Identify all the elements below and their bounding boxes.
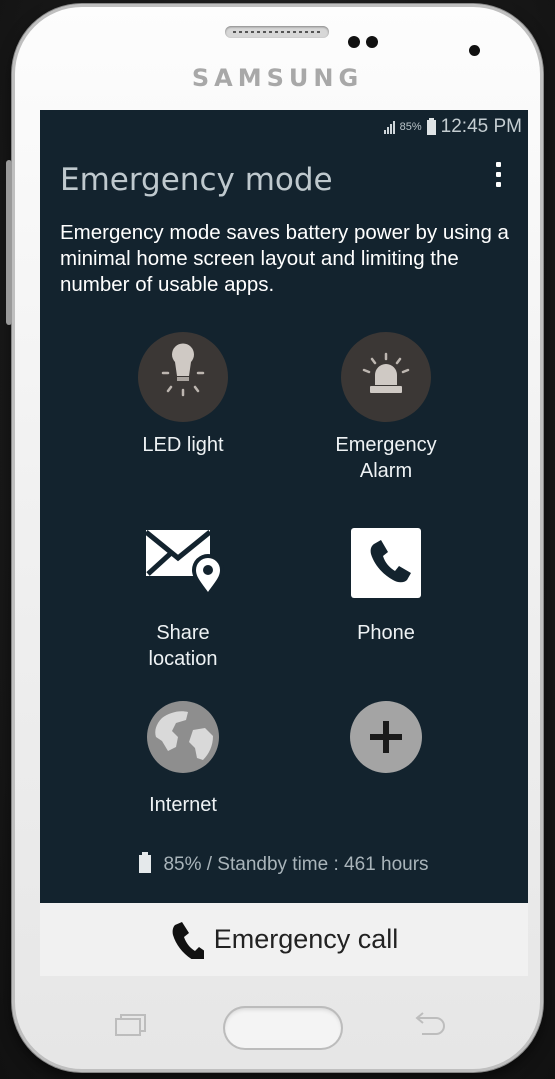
- battery-icon: [139, 852, 152, 873]
- battery-icon: [426, 117, 436, 135]
- app-label: Share location: [103, 620, 263, 672]
- phone-icon: [341, 520, 431, 610]
- volume-button[interactable]: [6, 160, 12, 325]
- app-internet[interactable]: Internet: [103, 692, 263, 818]
- front-camera: [469, 45, 480, 56]
- screen: 85% 12:45 PM Emergency mode Emergency mo…: [40, 110, 528, 976]
- clock: 12:45 PM: [440, 116, 522, 137]
- app-emergency-alarm[interactable]: Emergency Alarm: [306, 332, 466, 484]
- app-share-location[interactable]: Share location: [103, 520, 263, 672]
- share-location-icon: [138, 520, 228, 610]
- signal-icon: [383, 120, 395, 134]
- globe-icon: [138, 692, 228, 782]
- siren-icon: [341, 332, 431, 422]
- app-label-line1: Emergency: [335, 434, 437, 456]
- description-text: Emergency mode saves battery power by us…: [60, 221, 509, 296]
- phone-icon: [172, 921, 204, 959]
- app-phone[interactable]: Phone: [306, 520, 466, 646]
- bulb-icon: [138, 332, 228, 422]
- more-options-button[interactable]: [488, 162, 508, 192]
- emergency-call-button[interactable]: Emergency call: [40, 903, 528, 976]
- battery-standby-info: 85% / Standby time : 461 hours: [40, 852, 528, 876]
- proximity-sensor: [348, 36, 360, 48]
- back-button[interactable]: [408, 1010, 450, 1038]
- page-title: Emergency mode: [60, 162, 333, 198]
- app-label: LED light: [142, 434, 224, 456]
- plus-icon: [341, 692, 431, 782]
- app-label: Phone: [357, 622, 415, 644]
- brand-logo: SAMSUNG: [191, 64, 364, 92]
- home-button[interactable]: [223, 1006, 343, 1050]
- app-label-line2: Alarm: [359, 460, 413, 482]
- app-led-light[interactable]: LED light: [103, 332, 263, 458]
- app-label: Internet: [149, 794, 217, 816]
- light-sensor: [366, 36, 378, 48]
- emergency-call-label: Emergency call: [213, 924, 399, 954]
- app-label-line1: Share: [156, 622, 210, 644]
- app-label: Emergency Alarm: [306, 432, 466, 484]
- app-label-line2: location: [148, 648, 218, 670]
- standby-text: 85% / Standby time : 461 hours: [163, 854, 429, 875]
- status-bar: 85% 12:45 PM: [383, 116, 522, 138]
- add-app-button[interactable]: [306, 692, 466, 782]
- battery-percent: 85%: [399, 121, 422, 133]
- earpiece-speaker: [225, 26, 329, 38]
- recent-apps-button[interactable]: [112, 1012, 148, 1038]
